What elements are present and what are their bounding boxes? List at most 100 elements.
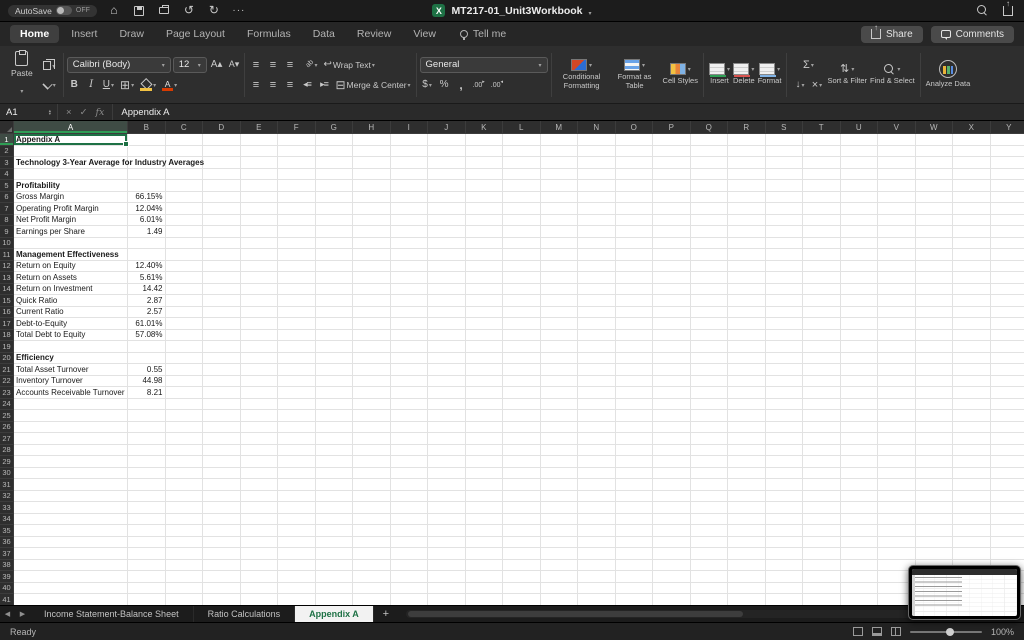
align-center-button[interactable]: [265, 77, 280, 93]
cell-F17[interactable]: [278, 318, 316, 330]
cell-N4[interactable]: [578, 168, 616, 180]
cell-R6[interactable]: [728, 191, 766, 203]
cell-R34[interactable]: [728, 513, 766, 525]
cell-H13[interactable]: [353, 272, 391, 284]
col-header-Q[interactable]: Q: [690, 121, 728, 134]
cell-U26[interactable]: [840, 421, 878, 433]
cell-A12[interactable]: Return on Equity: [14, 260, 128, 272]
cell-K17[interactable]: [465, 318, 503, 330]
tab-data[interactable]: Data: [303, 25, 345, 43]
cell-Y37[interactable]: [990, 548, 1024, 560]
home-button[interactable]: [106, 3, 122, 19]
cell-G3[interactable]: [315, 157, 353, 169]
row-header-9[interactable]: 9: [0, 226, 14, 238]
cell-Q33[interactable]: [690, 502, 728, 514]
cell-N25[interactable]: [578, 410, 616, 422]
delete-cells-button[interactable]: Delete: [733, 63, 755, 85]
cell-C13[interactable]: [165, 272, 203, 284]
cell-M10[interactable]: [540, 237, 578, 249]
col-header-X[interactable]: X: [953, 121, 991, 134]
cell-T41[interactable]: [803, 594, 841, 605]
cell-A7[interactable]: Operating Profit Margin: [14, 203, 128, 215]
cell-B22[interactable]: 44.98: [128, 375, 166, 387]
cell-M27[interactable]: [540, 433, 578, 445]
cell-O1[interactable]: [615, 134, 653, 146]
cell-T36[interactable]: [803, 536, 841, 548]
cell-S14[interactable]: [765, 283, 803, 295]
cell-Q41[interactable]: [690, 594, 728, 605]
cell-R30[interactable]: [728, 467, 766, 479]
cell-K31[interactable]: [465, 479, 503, 491]
cell-X28[interactable]: [953, 444, 991, 456]
find-select-button[interactable]: Find & Select: [870, 63, 915, 85]
cell-J39[interactable]: [428, 571, 466, 583]
cell-W4[interactable]: [915, 168, 953, 180]
cell-F15[interactable]: [278, 295, 316, 307]
format-as-table-button[interactable]: Format as Table: [610, 59, 660, 90]
cell-L3[interactable]: [503, 157, 541, 169]
cell-G35[interactable]: [315, 525, 353, 537]
cell-K10[interactable]: [465, 237, 503, 249]
cell-U15[interactable]: [840, 295, 878, 307]
cell-C20[interactable]: [165, 352, 203, 364]
cell-K26[interactable]: [465, 421, 503, 433]
conditional-formatting-button[interactable]: Conditional Formatting: [557, 59, 607, 90]
cell-D12[interactable]: [203, 260, 241, 272]
cell-K9[interactable]: [465, 226, 503, 238]
cell-V21[interactable]: [878, 364, 916, 376]
cell-G40[interactable]: [315, 582, 353, 594]
cell-O23[interactable]: [615, 387, 653, 399]
cell-K19[interactable]: [465, 341, 503, 353]
cell-Y32[interactable]: [990, 491, 1024, 502]
cell-A29[interactable]: [14, 456, 128, 468]
cell-L2[interactable]: [503, 145, 541, 157]
cell-A5[interactable]: Profitability: [14, 180, 128, 192]
cell-V28[interactable]: [878, 444, 916, 456]
cell-J23[interactable]: [428, 387, 466, 399]
cell-F12[interactable]: [278, 260, 316, 272]
cell-C11[interactable]: [165, 249, 203, 261]
cell-S35[interactable]: [765, 525, 803, 537]
cell-N21[interactable]: [578, 364, 616, 376]
cell-A1[interactable]: Appendix A: [14, 134, 129, 146]
cell-R21[interactable]: [728, 364, 766, 376]
cell-S12[interactable]: [765, 260, 803, 272]
cell-T18[interactable]: [803, 329, 841, 341]
row-header-12[interactable]: 12: [0, 260, 14, 272]
cell-G27[interactable]: [315, 433, 353, 445]
cell-C24[interactable]: [165, 398, 203, 410]
cell-Y14[interactable]: [990, 284, 1024, 295]
cell-C25[interactable]: [165, 410, 203, 422]
cell-U34[interactable]: [840, 513, 878, 525]
cell-W35[interactable]: [915, 525, 953, 537]
cell-Y33[interactable]: [990, 502, 1024, 514]
cell-R16[interactable]: [728, 306, 766, 318]
cell-P20[interactable]: [653, 352, 691, 364]
cell-I20[interactable]: [390, 352, 428, 364]
cell-H2[interactable]: [353, 145, 391, 157]
cell-K12[interactable]: [465, 260, 503, 272]
tab-home[interactable]: Home: [10, 25, 60, 43]
cell-V32[interactable]: [878, 490, 916, 502]
cell-E18[interactable]: [240, 329, 278, 341]
cell-T5[interactable]: [803, 180, 841, 192]
cell-E39[interactable]: [240, 571, 278, 583]
decrease-decimal-button[interactable]: [489, 77, 505, 93]
cell-O30[interactable]: [615, 467, 653, 479]
cell-P12[interactable]: [653, 260, 691, 272]
cell-R1[interactable]: [728, 134, 766, 146]
cell-C41[interactable]: [165, 594, 203, 605]
cell-A25[interactable]: [14, 410, 128, 422]
cell-M20[interactable]: [540, 352, 578, 364]
cell-K4[interactable]: [465, 168, 503, 180]
cell-L5[interactable]: [503, 180, 541, 192]
cell-N6[interactable]: [578, 191, 616, 203]
cell-S4[interactable]: [765, 168, 803, 180]
cell-X21[interactable]: [953, 364, 991, 376]
cell-R2[interactable]: [728, 145, 766, 157]
col-header-K[interactable]: K: [465, 121, 503, 134]
cell-N9[interactable]: [578, 226, 616, 238]
cell-W1[interactable]: [915, 134, 953, 146]
cell-D34[interactable]: [203, 513, 241, 525]
cell-J10[interactable]: [428, 237, 466, 249]
